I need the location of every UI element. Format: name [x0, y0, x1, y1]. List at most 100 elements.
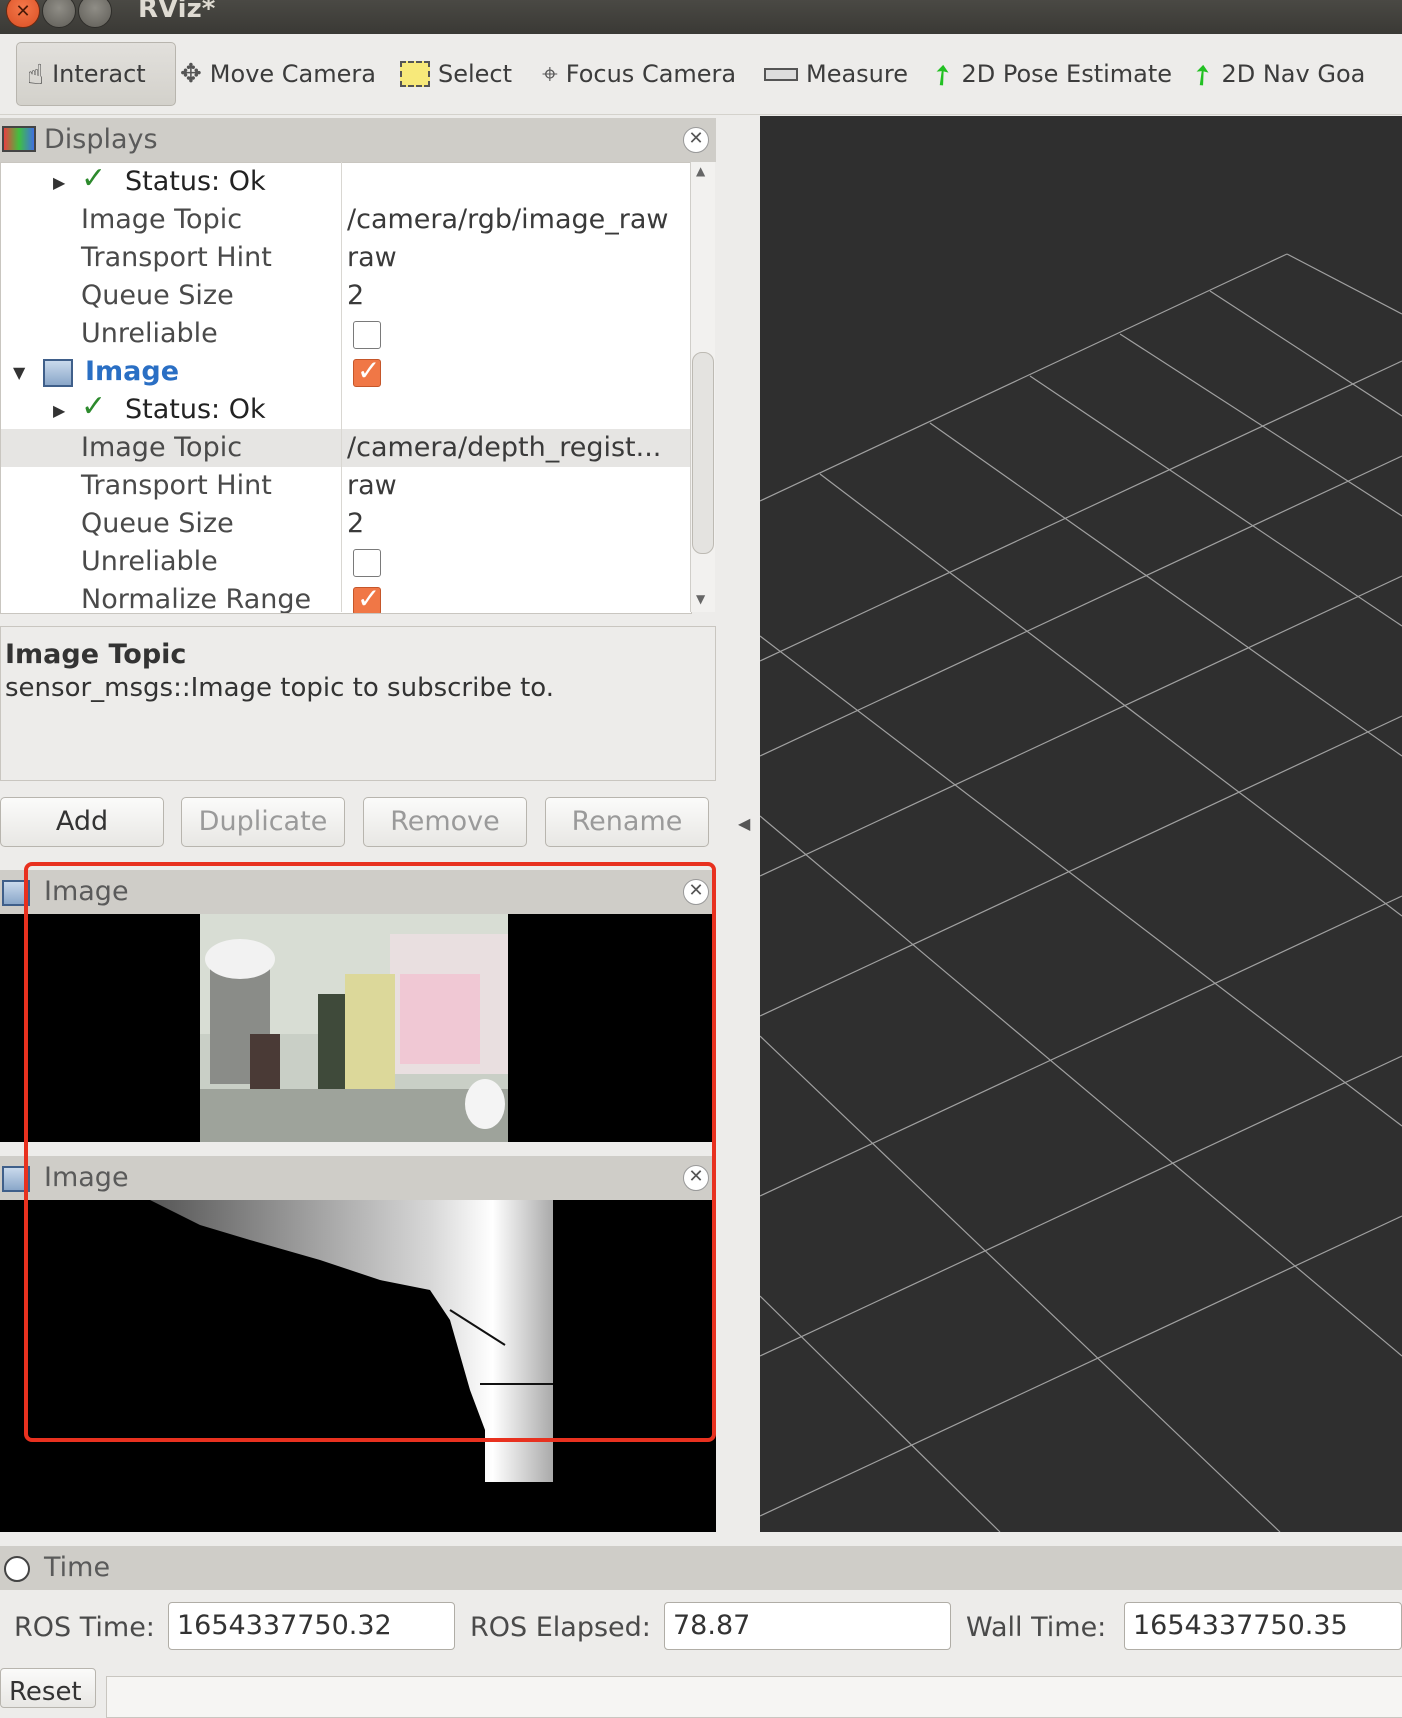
displays-close-button[interactable]: ✕: [683, 127, 709, 153]
property-key: Image Topic: [81, 432, 243, 463]
tool-label: 2D Pose Estimate: [961, 60, 1173, 88]
image-icon: [2, 1166, 30, 1192]
tool-interact[interactable]: ☝ Interact: [16, 42, 176, 106]
property-value[interactable]: 2: [347, 508, 364, 539]
tree-row-selected[interactable]: Image Topic /camera/depth_regist...: [1, 429, 691, 467]
unreliable-checkbox[interactable]: [353, 321, 381, 349]
tool-2d-pose-estimate[interactable]: ➚ 2D Pose Estimate: [922, 54, 1173, 94]
tool-focus-camera[interactable]: ⌖ Focus Camera: [542, 56, 736, 92]
tree-row[interactable]: Image Topic /camera/rgb/image_raw: [1, 201, 691, 239]
scrollbar-thumb[interactable]: [692, 352, 714, 554]
tree-row[interactable]: Queue Size 2: [1, 277, 691, 315]
property-value[interactable]: raw: [347, 470, 397, 501]
3d-render-view[interactable]: [760, 116, 1402, 1532]
image-panel-close-button[interactable]: ✕: [683, 1165, 709, 1191]
displays-title: Displays: [44, 124, 158, 155]
tree-row[interactable]: ▶ ✓ Status: Ok: [1, 163, 691, 201]
image-icon: [2, 880, 30, 906]
normalize-range-checkbox[interactable]: [353, 582, 381, 613]
toolbar: ☝ Interact ✥ Move Camera Select ⌖ Focus …: [0, 34, 1402, 115]
hand-icon: ☝: [27, 57, 45, 91]
property-value[interactable]: raw: [347, 242, 397, 273]
image-panel-header: Image ✕: [0, 1156, 716, 1200]
image-panel-title: Image: [44, 876, 129, 907]
ros-time-label: ROS Time:: [14, 1612, 155, 1643]
depth-image-view: [0, 1200, 716, 1532]
property-key: Transport Hint: [81, 470, 272, 501]
collapse-arrow-icon[interactable]: ▼: [13, 363, 25, 382]
tree-row[interactable]: Transport Hint raw: [1, 467, 691, 505]
scroll-down-icon[interactable]: ▼: [696, 592, 705, 606]
property-value[interactable]: /camera/rgb/image_raw: [347, 204, 668, 235]
tree-row[interactable]: Unreliable: [1, 315, 691, 353]
monitor-icon: [2, 126, 36, 152]
image-panel-close-button[interactable]: ✕: [683, 879, 709, 905]
displays-tree: ▶ ✓ Status: Ok Image Topic /camera/rgb/i…: [0, 162, 692, 614]
tree-row[interactable]: Queue Size 2: [1, 505, 691, 543]
property-key: Unreliable: [81, 546, 218, 577]
tool-measure[interactable]: Measure: [764, 56, 908, 92]
property-value[interactable]: /camera/depth_regist...: [347, 432, 661, 463]
tree-row[interactable]: Normalize Range: [1, 581, 691, 614]
image-panel-title: Image: [44, 1162, 129, 1193]
rgb-camera-image: [200, 914, 508, 1142]
tool-select[interactable]: Select: [400, 56, 512, 92]
collapse-panel-icon[interactable]: ◀: [738, 814, 750, 833]
green-arrow-icon: ➚: [922, 53, 962, 95]
add-button[interactable]: Add: [0, 797, 164, 847]
close-icon: ✕: [15, 1, 31, 22]
property-key: Queue Size: [81, 508, 234, 539]
property-key: Queue Size: [81, 280, 234, 311]
expand-arrow-icon[interactable]: ▶: [53, 401, 65, 420]
tree-row[interactable]: Unreliable: [1, 543, 691, 581]
tool-label: Select: [438, 60, 513, 88]
ros-elapsed-field[interactable]: 78.87: [664, 1602, 951, 1650]
window-minimize-button[interactable]: [42, 0, 76, 28]
tool-label: Move Camera: [209, 60, 376, 88]
tool-2d-nav-goal[interactable]: ➚ 2D Nav Goa: [1182, 54, 1366, 94]
ground-grid: [760, 253, 1402, 1532]
select-box-icon: [400, 61, 430, 87]
tree-row[interactable]: ▶ ✓ Status: Ok: [1, 389, 691, 429]
image-display-enabled-checkbox[interactable]: [353, 354, 381, 387]
depth-camera-image: [150, 1200, 553, 1482]
column-divider[interactable]: [341, 162, 342, 612]
image-panel-header: Image ✕: [0, 870, 716, 914]
tool-label: Measure: [806, 60, 908, 88]
scroll-up-icon[interactable]: ▲: [696, 164, 705, 178]
ok-check-icon: ✓: [81, 389, 107, 424]
tree-row-image-display[interactable]: ▼ Image: [1, 353, 691, 391]
unreliable-checkbox[interactable]: [353, 549, 381, 577]
property-description: Image Topic sensor_msgs::Image topic to …: [0, 626, 716, 781]
image-display-label: Image: [85, 356, 180, 387]
status-bar: [106, 1676, 1402, 1718]
tool-move-camera[interactable]: ✥ Move Camera: [180, 56, 376, 92]
move-icon: ✥: [180, 59, 202, 89]
property-key: Unreliable: [81, 318, 218, 349]
expand-arrow-icon[interactable]: ▶: [53, 173, 65, 192]
property-key: Transport Hint: [81, 242, 272, 273]
remove-button[interactable]: Remove: [363, 797, 527, 847]
wall-time-field[interactable]: 1654337750.35: [1124, 1602, 1402, 1650]
window-close-button[interactable]: ✕: [6, 0, 40, 28]
rename-button[interactable]: Rename: [545, 797, 709, 847]
property-key: Normalize Range: [81, 584, 312, 614]
green-arrow-icon: ➚: [1182, 53, 1222, 95]
window-titlebar: ✕ RViz*: [0, 0, 1402, 34]
ros-time-field[interactable]: 1654337750.32: [168, 1602, 455, 1650]
property-value[interactable]: 2: [347, 280, 364, 311]
rgb-image-view: [0, 914, 716, 1142]
tool-label: Focus Camera: [565, 60, 737, 88]
tool-label: 2D Nav Goa: [1221, 60, 1366, 88]
wall-time-label: Wall Time:: [966, 1612, 1107, 1643]
tree-row[interactable]: Transport Hint raw: [1, 239, 691, 277]
displays-panel-header: Displays ✕: [0, 118, 716, 162]
window-maximize-button[interactable]: [78, 0, 112, 28]
description-title: Image Topic: [5, 639, 187, 670]
focus-icon: ⌖: [542, 57, 558, 90]
clock-icon: [4, 1556, 30, 1582]
duplicate-button[interactable]: Duplicate: [181, 797, 345, 847]
ros-elapsed-label: ROS Elapsed:: [470, 1612, 651, 1643]
status-label: Status: Ok: [125, 166, 266, 197]
reset-button[interactable]: Reset: [0, 1668, 96, 1708]
